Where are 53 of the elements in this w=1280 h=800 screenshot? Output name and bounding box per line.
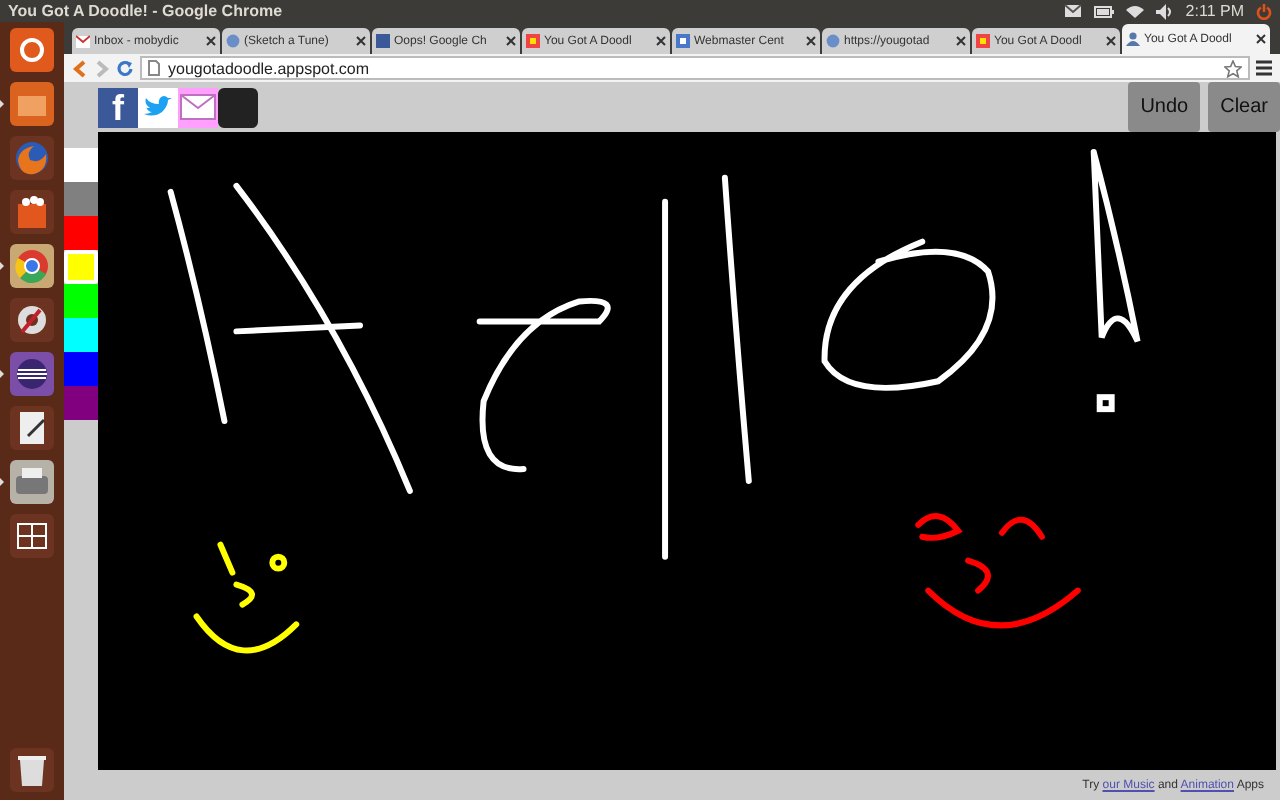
favicon-icon (526, 34, 540, 48)
window-title: You Got A Doodle! - Google Chrome (8, 0, 283, 22)
close-icon[interactable] (506, 36, 516, 46)
clock[interactable]: 2:11 PM (1185, 0, 1244, 22)
color-swatch[interactable] (64, 148, 98, 182)
action-button[interactable]: Undo (1128, 82, 1201, 132)
address-field[interactable]: yougotadoodle.appspot.com (140, 56, 1250, 80)
volume-icon[interactable] (1155, 3, 1174, 19)
ubuntu-logo-icon[interactable] (10, 28, 54, 72)
color-swatch[interactable] (64, 250, 98, 284)
close-icon[interactable] (206, 36, 216, 46)
reload-icon[interactable] (116, 59, 134, 77)
bird-icon (144, 96, 172, 118)
close-icon[interactable] (356, 36, 366, 46)
color-swatch[interactable] (64, 386, 98, 420)
color-swatch[interactable] (64, 352, 98, 386)
favicon-icon (226, 34, 240, 48)
power-icon[interactable] (1256, 3, 1272, 19)
favicon-icon (76, 34, 90, 48)
close-icon[interactable] (1106, 36, 1116, 46)
popcorn-icon[interactable] (10, 190, 54, 234)
action-button[interactable]: Clear (1208, 82, 1280, 132)
share-button[interactable] (218, 87, 258, 127)
settings-icon[interactable] (10, 298, 54, 342)
favicon-icon (826, 34, 840, 48)
color-swatch[interactable] (64, 284, 98, 318)
close-icon[interactable] (656, 36, 666, 46)
favicon-icon (1126, 32, 1140, 46)
workspace-grid-icon[interactable] (10, 514, 54, 558)
browser-icon[interactable] (10, 244, 54, 288)
close-icon[interactable] (956, 36, 966, 46)
browser-icon[interactable] (10, 136, 54, 180)
trash-icon[interactable] (10, 748, 54, 792)
drawing-canvas[interactable] (98, 132, 1276, 770)
color-swatch[interactable] (64, 182, 98, 216)
battery-icon[interactable] (1093, 5, 1114, 17)
page-icon (148, 60, 160, 76)
envelope-icon (180, 94, 216, 120)
favicon-icon (376, 34, 390, 48)
menu-icon[interactable] (1256, 60, 1272, 76)
document-icon[interactable] (10, 406, 54, 450)
color-swatch[interactable] (64, 318, 98, 352)
close-icon[interactable] (1256, 34, 1266, 44)
favicon-icon (976, 34, 990, 48)
wifi-icon[interactable] (1125, 4, 1144, 18)
color-swatch[interactable] (64, 216, 98, 250)
close-icon[interactable] (806, 36, 816, 46)
favicon-icon (676, 34, 690, 48)
scanner-icon[interactable] (10, 460, 54, 504)
back-icon[interactable] (72, 59, 88, 77)
share-button[interactable]: f (98, 87, 138, 127)
star-icon[interactable] (1224, 59, 1242, 77)
mail-icon[interactable] (1063, 4, 1082, 18)
